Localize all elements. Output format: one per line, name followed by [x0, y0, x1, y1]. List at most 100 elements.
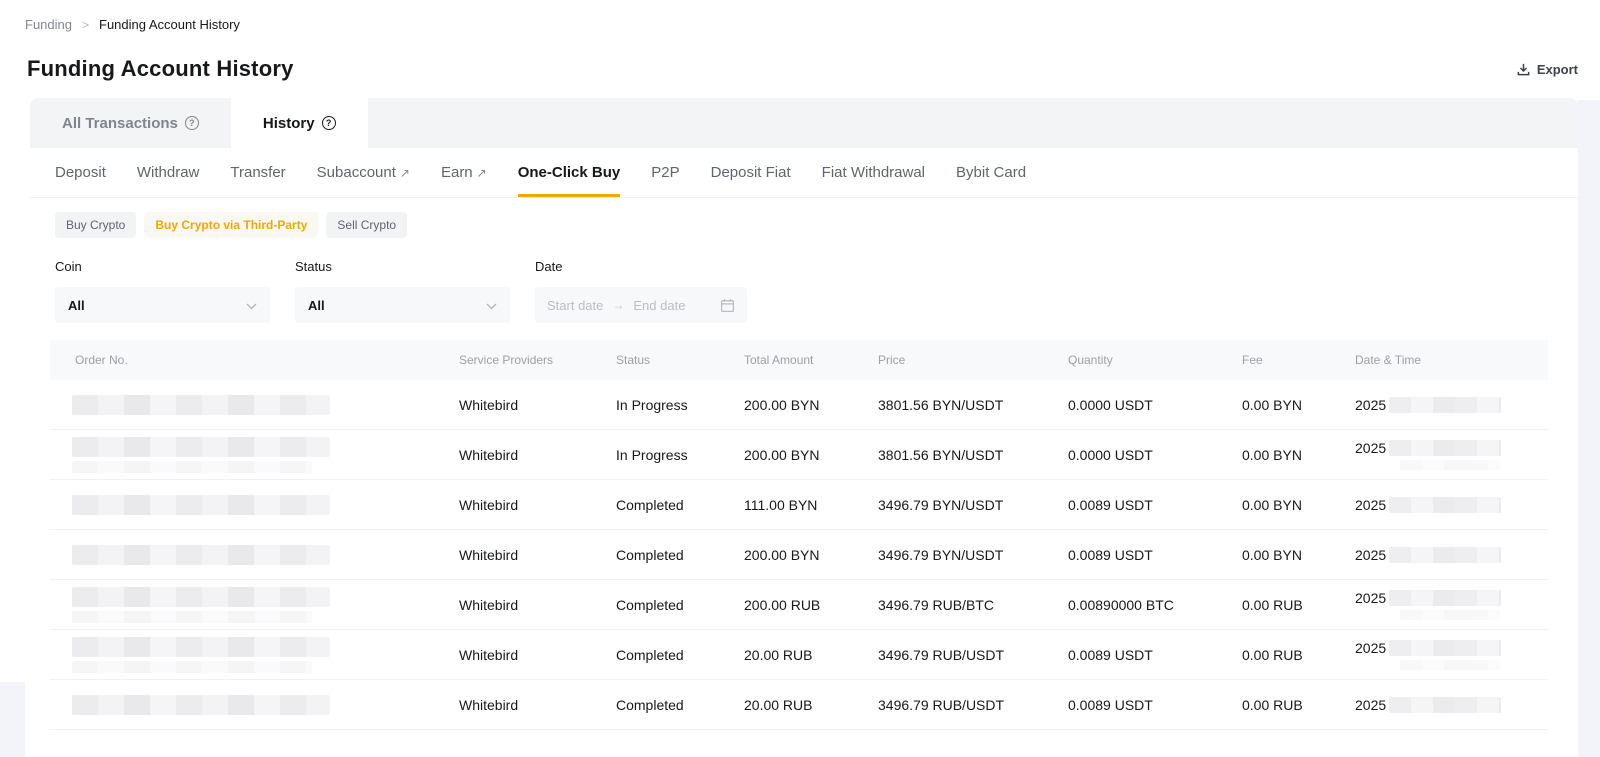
col-price: Price: [878, 353, 1068, 367]
chip-buy-crypto-third-party[interactable]: Buy Crypto via Third-Party: [144, 212, 318, 238]
table-row: Whitebird Completed 20.00 RUB 3496.79 RU…: [50, 680, 1548, 730]
chip-buy-crypto[interactable]: Buy Crypto: [55, 212, 136, 238]
total-cell: 200.00 BYN: [744, 547, 878, 563]
redacted-order-no: [72, 587, 330, 607]
status-select-value: All: [308, 298, 325, 313]
redacted-date: [1389, 590, 1501, 606]
subtab-fiat-withdrawal[interactable]: Fiat Withdrawal: [822, 148, 925, 197]
external-link-icon: ↗: [477, 166, 487, 180]
subtab-label: Deposit: [55, 164, 106, 181]
provider-cell: Whitebird: [459, 597, 616, 613]
tab-all-transactions[interactable]: All Transactions ?: [30, 98, 231, 148]
total-cell: 200.00 RUB: [744, 597, 878, 613]
page-header: Funding > Funding Account History Fundin…: [0, 0, 1600, 82]
download-icon: [1516, 62, 1531, 77]
status-select[interactable]: All: [295, 287, 510, 323]
col-status: Status: [616, 353, 744, 367]
history-subtabs: Deposit Withdraw Transfer Subaccount↗ Ea…: [30, 148, 1578, 198]
orders-table: Order No. Service Providers Status Total…: [50, 340, 1548, 730]
table-row: Whitebird In Progress 200.00 BYN 3801.56…: [50, 380, 1548, 430]
total-cell: 200.00 BYN: [744, 447, 878, 463]
date-year: 2025: [1355, 497, 1386, 513]
table-row: Whitebird Completed 20.00 RUB 3496.79 RU…: [50, 630, 1548, 680]
page-title: Funding Account History: [27, 56, 294, 82]
subtab-deposit-fiat[interactable]: Deposit Fiat: [711, 148, 791, 197]
subtab-label: Fiat Withdrawal: [822, 164, 925, 181]
date-year: 2025: [1355, 640, 1386, 656]
subtab-bybit-card[interactable]: Bybit Card: [956, 148, 1026, 197]
order-no-cell: [50, 587, 459, 623]
col-total-amount: Total Amount: [744, 353, 878, 367]
redacted-order-no: [72, 695, 330, 715]
subtab-label: P2P: [651, 164, 679, 181]
subtab-label: Earn: [441, 164, 473, 181]
breadcrumb-current: Funding Account History: [99, 17, 240, 32]
quantity-cell: 0.0089 USDT: [1068, 497, 1242, 513]
date-filter: Date Start date → End date: [535, 259, 747, 323]
fee-cell: 0.00 RUB: [1242, 647, 1355, 663]
export-button[interactable]: Export: [1516, 62, 1578, 77]
page-background-bottom-left: [0, 682, 25, 757]
quantity-cell: 0.00890000 BTC: [1068, 597, 1242, 613]
breadcrumb: Funding > Funding Account History: [25, 17, 1578, 32]
status-cell: Completed: [616, 647, 744, 663]
subtab-earn[interactable]: Earn ↗: [441, 148, 487, 197]
status-filter: Status All: [295, 259, 510, 323]
subtab-label: One-Click Buy: [518, 164, 621, 181]
price-cell: 3496.79 BYN/USDT: [878, 547, 1068, 563]
calendar-icon: [720, 298, 735, 313]
status-filter-label: Status: [295, 259, 510, 274]
tab-history[interactable]: History ?: [231, 98, 368, 148]
end-date-placeholder[interactable]: End date: [633, 298, 685, 313]
tab-history-label: History: [263, 115, 315, 132]
fee-cell: 0.00 BYN: [1242, 547, 1355, 563]
coin-filter-label: Coin: [55, 259, 270, 274]
date-cell: 2025: [1355, 547, 1548, 563]
status-cell: In Progress: [616, 397, 744, 413]
redacted-order-no: [72, 637, 330, 657]
price-cell: 3496.79 RUB/BTC: [878, 597, 1068, 613]
date-cell: 2025: [1355, 440, 1548, 470]
status-cell: Completed: [616, 497, 744, 513]
main-tabs: All Transactions ? History ?: [30, 98, 1578, 148]
chip-sell-crypto[interactable]: Sell Crypto: [326, 212, 407, 238]
coin-filter: Coin All: [55, 259, 270, 323]
breadcrumb-parent[interactable]: Funding: [25, 17, 72, 32]
redacted-date: [1389, 547, 1501, 563]
date-year: 2025: [1355, 590, 1386, 606]
redacted-date: [1389, 640, 1501, 656]
order-no-cell: [50, 495, 459, 515]
coin-select[interactable]: All: [55, 287, 270, 323]
fee-cell: 0.00 RUB: [1242, 597, 1355, 613]
redacted-date: [1389, 397, 1501, 413]
price-cell: 3801.56 BYN/USDT: [878, 447, 1068, 463]
provider-cell: Whitebird: [459, 647, 616, 663]
subtab-deposit[interactable]: Deposit: [55, 148, 106, 197]
table-row: Whitebird In Progress 200.00 BYN 3801.56…: [50, 430, 1548, 480]
quantity-cell: 0.0089 USDT: [1068, 547, 1242, 563]
price-cell: 3801.56 BYN/USDT: [878, 397, 1068, 413]
redacted-date-sub: [1400, 610, 1500, 620]
subtab-p2p[interactable]: P2P: [651, 148, 679, 197]
table-row: Whitebird Completed 200.00 BYN 3496.79 B…: [50, 530, 1548, 580]
start-date-placeholder[interactable]: Start date: [547, 298, 603, 313]
subtab-transfer[interactable]: Transfer: [230, 148, 285, 197]
date-filter-label: Date: [535, 259, 747, 274]
quantity-cell: 0.0000 USDT: [1068, 397, 1242, 413]
export-label: Export: [1537, 62, 1578, 77]
subtab-label: Bybit Card: [956, 164, 1026, 181]
total-cell: 200.00 BYN: [744, 397, 878, 413]
redacted-date: [1389, 440, 1501, 456]
tab-all-transactions-label: All Transactions: [62, 115, 178, 132]
redacted-order-no-sub: [72, 611, 312, 623]
date-range-picker[interactable]: Start date → End date: [535, 287, 747, 323]
subtab-one-click-buy[interactable]: One-Click Buy: [518, 148, 621, 197]
coin-select-value: All: [68, 298, 85, 313]
provider-cell: Whitebird: [459, 697, 616, 713]
date-year: 2025: [1355, 440, 1386, 456]
chevron-down-icon: [246, 298, 257, 313]
chevron-right-icon: >: [82, 18, 89, 32]
quantity-cell: 0.0000 USDT: [1068, 447, 1242, 463]
subtab-withdraw[interactable]: Withdraw: [137, 148, 200, 197]
subtab-subaccount[interactable]: Subaccount↗: [317, 148, 410, 197]
